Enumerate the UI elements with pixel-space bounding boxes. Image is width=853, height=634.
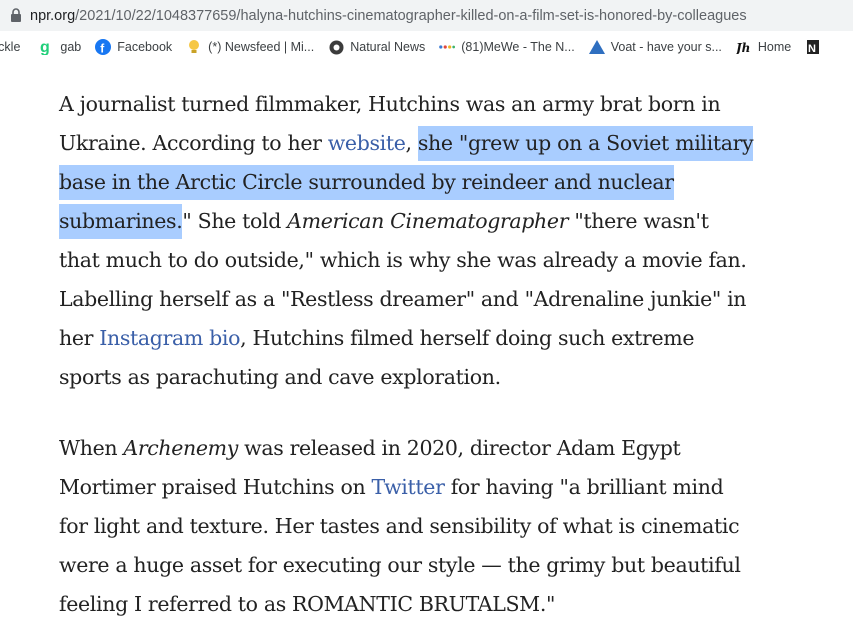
text-span: for having "a brilliant mind [444,475,724,499]
selected-text: base in the Arctic Circle surrounded by … [59,165,674,200]
text-line: Ukraine. According to her website, she "… [59,124,849,163]
film-title: Archenemy [123,436,238,460]
text-span: her [59,326,100,350]
selected-text: she "grew up on a Soviet military [417,126,754,161]
bookmark-facebook[interactable]: f Facebook [95,39,172,55]
paragraph-2: When Archenemy was released in 2020, dir… [59,429,849,624]
text-span: , [405,131,418,155]
bookmark-rckle[interactable]: rckle [0,40,20,54]
svg-text:N: N [808,43,816,55]
twitter-link[interactable]: Twitter [372,475,445,499]
bookmark-label: Facebook [117,40,173,54]
bookmark-mewe[interactable]: (81)MeWe - The N... [439,39,575,55]
text-span: " She told [182,209,288,233]
bookmark-label: (81)MeWe - The N... [461,40,575,54]
bookmark-overflow[interactable]: N [805,39,827,55]
browser-chrome: npr.org/2021/10/22/1048377659/halyna-hut… [0,0,853,62]
bookmark-label: gab [60,40,82,54]
text-line: feeling I referred to as ROMANTIC BRUTAL… [59,592,556,616]
svg-text:Jh: Jh [736,41,750,54]
text-line: that much to do outside," which is why s… [59,248,747,272]
paragraph-1: A journalist turned filmmaker, Hutchins … [59,85,849,397]
bookmark-label: Home [757,40,792,54]
text-span: Mortimer praised Hutchins on [59,475,372,499]
lock-icon[interactable] [10,8,22,23]
bookmark-gab[interactable]: g gab [38,39,81,55]
website-link[interactable]: website [328,131,406,155]
text-line: were a huge asset for executing our styl… [59,553,741,577]
lightbulb-icon [186,39,202,55]
gab-g-icon: g [38,39,54,55]
bookmark-label: (*) Newsfeed | Mi... [208,40,315,54]
bookmarks-bar: rckle g gab f Facebook (*) Newsfeed | Mi… [0,34,853,60]
text-line: Mortimer praised Hutchins on Twitter for… [59,468,849,507]
bookmark-voat[interactable]: Voat - have your s... [588,39,722,55]
instagram-bio-link[interactable]: Instagram bio [99,326,240,350]
selected-text: submarines. [59,204,183,239]
text-span: When [59,436,124,460]
text-line: sports as parachuting and cave explorati… [59,365,501,389]
bookmark-natural-news[interactable]: Natural News [328,39,425,55]
article-body: A journalist turned filmmaker, Hutchins … [59,85,849,624]
text-line: for light and texture. Her tastes and se… [59,514,740,538]
dark-square-icon: N [805,39,821,55]
url-domain: npr.org [30,7,76,24]
jh-icon: Jh [736,39,752,55]
text-span: was released in 2020, director Adam Egyp… [238,436,681,460]
bookmark-label: rckle [0,40,21,54]
text-line: base in the Arctic Circle surrounded by … [59,163,849,202]
natural-news-icon [328,39,344,55]
bookmark-label: Natural News [350,40,426,54]
voat-triangle-icon [588,39,605,55]
url-path: /2021/10/22/1048377659/halyna-hutchins-c… [75,7,747,24]
text-line: submarines." She told American Cinematog… [59,202,849,241]
text-span: "there wasn't [568,209,709,233]
bookmark-label: Voat - have your s... [610,40,722,54]
text-span: Ukraine. According to her [59,131,328,155]
mewe-dots-icon [439,39,456,55]
text-span: , Hutchins filmed herself doing such ext… [240,326,695,350]
facebook-icon: f [95,39,112,55]
address-bar[interactable]: npr.org/2021/10/22/1048377659/halyna-hut… [0,0,853,31]
publication-name: American Cinematographer [287,209,569,233]
bookmark-home[interactable]: Jh Home [736,39,791,55]
text-line: A journalist turned filmmaker, Hutchins … [59,92,721,116]
text-line: Labelling herself as a "Restless dreamer… [59,287,747,311]
svg-text:g: g [40,39,50,55]
text-line: When Archenemy was released in 2020, dir… [59,429,849,468]
bookmark-newsfeed[interactable]: (*) Newsfeed | Mi... [186,39,314,55]
text-line: her Instagram bio, Hutchins filmed herse… [59,319,849,358]
